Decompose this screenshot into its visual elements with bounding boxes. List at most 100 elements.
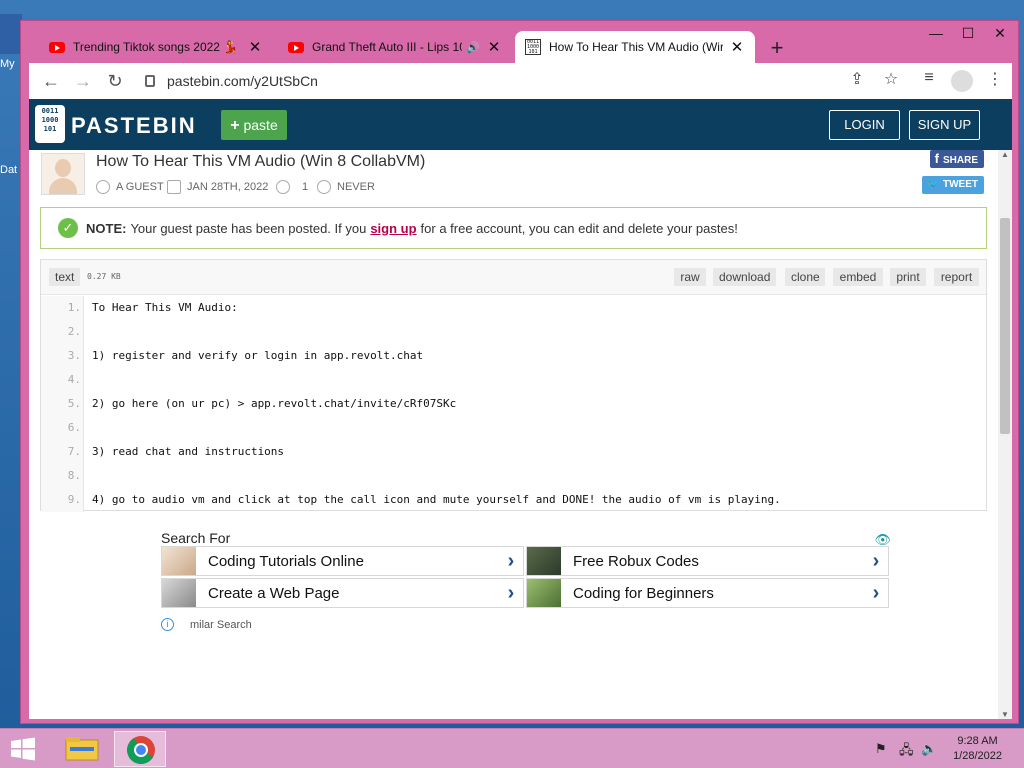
close-window-button[interactable]: ✕	[985, 21, 1015, 47]
syntax-badge[interactable]: text	[49, 268, 81, 286]
ads-heading: Search For	[161, 530, 231, 546]
forward-icon[interactable]: →	[67, 71, 99, 92]
ad-item[interactable]: Coding for Beginners ›	[526, 578, 889, 608]
author-label[interactable]: A GUEST	[116, 181, 164, 193]
line-content[interactable]	[84, 416, 92, 440]
ad-label: Coding for Beginners	[573, 584, 714, 602]
code-line: 2.	[41, 320, 986, 344]
clock-time: 9:28 AM	[957, 735, 998, 747]
reload-icon[interactable]: ↻	[99, 71, 131, 92]
info-icon[interactable]: i	[161, 618, 174, 631]
new-tab-button[interactable]: +	[765, 35, 789, 61]
network-icon[interactable]: 🖧	[899, 741, 914, 763]
calendar-icon	[167, 180, 181, 194]
line-content[interactable]	[84, 464, 92, 488]
line-content[interactable]: 4) go to audio vm and click at top the c…	[84, 488, 781, 512]
line-content[interactable]: 3) read chat and instructions	[84, 440, 284, 464]
check-icon: ✓	[58, 218, 78, 238]
close-tab-icon[interactable]: ✕	[486, 38, 502, 56]
expiry-label: NEVER	[337, 181, 375, 193]
lock-icon[interactable]	[145, 75, 155, 87]
tab-gta-iii[interactable]: Grand Theft Auto III - Lips 10 🔊 ✕	[278, 31, 512, 63]
desktop-icon-label-my[interactable]: My	[0, 58, 22, 70]
note-text-before: Your guest paste has been posted. If you	[130, 220, 367, 236]
raw-button[interactable]: raw	[674, 268, 706, 286]
report-button[interactable]: report	[934, 268, 979, 286]
speaker-icon[interactable]: 🔊	[466, 41, 480, 54]
chrome-taskbar-icon[interactable]	[114, 731, 166, 767]
desktop-icon-image[interactable]	[0, 14, 22, 54]
twitter-tweet-button[interactable]: 🐦 TWEET	[921, 176, 984, 194]
profile-avatar-icon[interactable]	[951, 70, 973, 92]
tab-trending-tiktok[interactable]: Trending Tiktok songs 2022 💃 Vi ✕	[39, 31, 273, 63]
youtube-icon	[288, 41, 304, 53]
windows-start-icon[interactable]	[10, 737, 36, 761]
taskbar: ⚑ 🖧 🔈 9:28 AM 1/28/2022	[0, 728, 1024, 768]
scroll-up-icon[interactable]: ▲	[1001, 150, 1009, 159]
file-explorer-icon[interactable]	[56, 731, 108, 767]
url-text[interactable]: pastebin.com/y2UtSbCn	[167, 73, 318, 89]
tab-title: Trending Tiktok songs 2022 💃 Vi	[73, 40, 241, 54]
ad-item[interactable]: Free Robux Codes ›	[526, 546, 889, 576]
user-icon	[96, 180, 110, 194]
code-line: 8.	[41, 464, 986, 488]
scrollbar-thumb[interactable]	[1000, 218, 1010, 434]
scroll-down-icon[interactable]: ▼	[1001, 710, 1009, 719]
clone-button[interactable]: clone	[785, 268, 825, 286]
youtube-icon	[49, 41, 65, 53]
signup-link[interactable]: sign up	[370, 221, 416, 236]
clock-icon	[317, 180, 331, 194]
action-center-flag-icon[interactable]: ⚑	[875, 741, 887, 757]
line-content[interactable]: 1) register and verify or login in app.r…	[84, 344, 423, 368]
share-icon[interactable]: ⇪	[845, 69, 869, 89]
line-content[interactable]	[84, 368, 92, 392]
line-content[interactable]	[84, 320, 92, 344]
back-icon[interactable]: ←	[35, 71, 67, 92]
maximize-button[interactable]: ☐	[953, 21, 983, 47]
login-button[interactable]: LOGIN	[829, 110, 900, 140]
ad-item[interactable]: Coding Tutorials Online ›	[161, 546, 524, 576]
paste-title: How To Hear This VM Audio (Win 8 CollabV…	[96, 153, 426, 170]
code-box: text 0.27 KB raw download clone embed pr…	[40, 259, 987, 512]
similar-search-label: milar Search	[190, 618, 252, 631]
system-clock[interactable]: 9:28 AM 1/28/2022	[953, 734, 1002, 764]
desktop-icon-label-dat[interactable]: Dat	[0, 164, 22, 176]
minimize-button[interactable]: —	[921, 21, 951, 47]
ad-thumbnail	[162, 547, 196, 575]
media-control-icon[interactable]: ≡	[917, 69, 941, 87]
download-button[interactable]: download	[713, 268, 776, 286]
code-line: 3. 1) register and verify or login in app…	[41, 344, 986, 368]
close-tab-icon[interactable]: ✕	[729, 38, 745, 56]
tab-pastebin-active[interactable]: 0011 1000 101 How To Hear This VM Audio (W…	[515, 31, 755, 63]
line-number: 8.	[41, 464, 84, 488]
code-lines: 1. To Hear This VM Audio: 2. 3. 1) registe…	[41, 296, 986, 512]
brand-name[interactable]: PASTEBIN	[71, 113, 197, 139]
new-paste-button[interactable]: + paste	[221, 110, 287, 140]
line-number: 3.	[41, 344, 84, 368]
site-header: 0011 1000 101 PASTEBIN + paste LOGIN SIGN …	[29, 99, 1012, 150]
bookmark-star-icon[interactable]: ☆	[879, 69, 903, 89]
search-ads: Search For 👁 Coding Tutorials Online › F…	[161, 530, 891, 640]
note-label: NOTE:	[86, 220, 127, 236]
menu-kebab-icon[interactable]: ⋮	[983, 69, 1007, 89]
guest-avatar	[41, 153, 85, 195]
page-scrollbar[interactable]: ▲ ▼	[998, 150, 1012, 719]
pastebin-logo-icon[interactable]: 0011 1000 101	[35, 105, 65, 143]
close-tab-icon[interactable]: ✕	[247, 38, 263, 56]
line-content[interactable]: 2) go here (on ur pc) > app.revolt.chat/…	[84, 392, 456, 416]
line-content[interactable]: To Hear This VM Audio:	[84, 296, 238, 320]
signup-button[interactable]: SIGN UP	[909, 110, 980, 140]
tab-strip: Trending Tiktok songs 2022 💃 Vi ✕ Grand …	[21, 21, 1018, 63]
embed-button[interactable]: embed	[833, 268, 883, 286]
new-paste-label: paste	[243, 117, 278, 133]
facebook-share-button[interactable]: f SHARE	[929, 150, 984, 168]
code-line: 9. 4) go to audio vm and click at top the…	[41, 488, 986, 512]
ad-item[interactable]: Create a Web Page ›	[161, 578, 524, 608]
print-button[interactable]: print	[890, 268, 926, 286]
page-viewport: 0011 1000 101 PASTEBIN + paste LOGIN SIGN …	[29, 99, 1012, 719]
similar-search[interactable]: i milar Search	[161, 618, 252, 631]
line-number: 6.	[41, 416, 84, 440]
guest-paste-notice: ✓ NOTE: Your guest paste has been posted…	[40, 207, 987, 249]
volume-icon[interactable]: 🔈	[921, 741, 937, 757]
address-bar[interactable]: pastebin.com/y2UtSbCn	[135, 66, 895, 96]
